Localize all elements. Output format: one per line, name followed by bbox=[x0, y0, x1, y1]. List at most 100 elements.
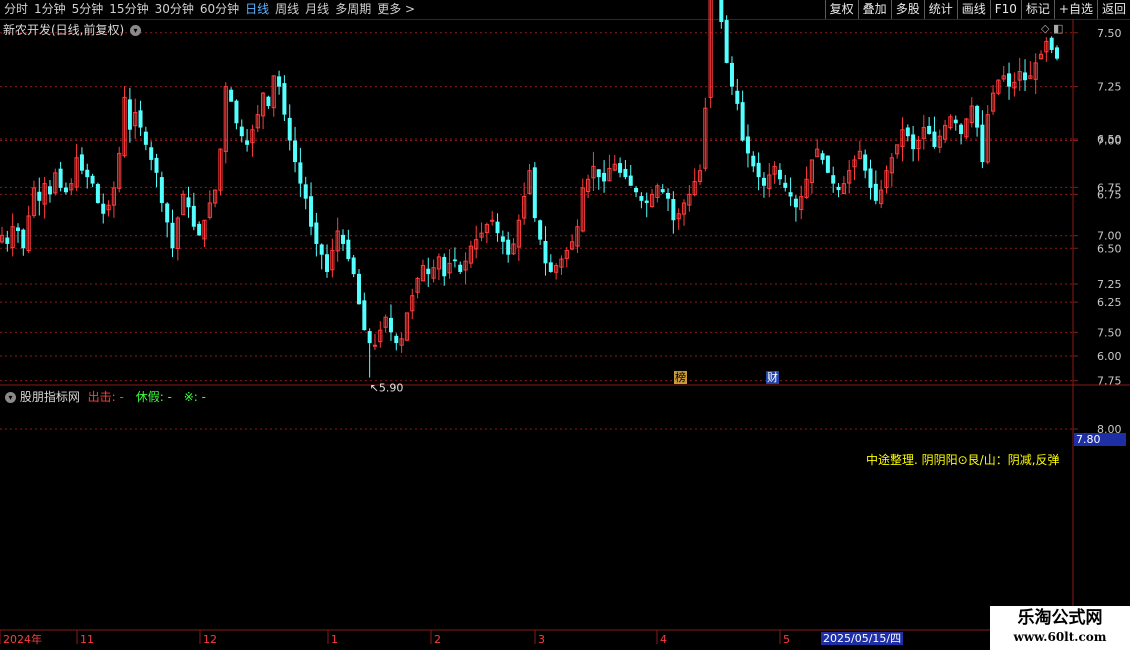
candle-body bbox=[21, 229, 26, 249]
candle-body bbox=[543, 240, 548, 264]
candle-body bbox=[149, 147, 154, 160]
candle-body bbox=[303, 184, 308, 199]
candle-body bbox=[234, 100, 239, 124]
candle-body bbox=[761, 177, 766, 186]
candle-body bbox=[719, 0, 724, 22]
time-tick-label: 12 bbox=[203, 633, 217, 646]
candle-body bbox=[927, 125, 932, 135]
candle-body bbox=[282, 83, 287, 115]
watermark-name: 乐淘公式网 bbox=[1017, 608, 1103, 628]
candle-body bbox=[372, 344, 378, 347]
candle-body bbox=[58, 168, 63, 188]
candle-body bbox=[293, 140, 298, 163]
indicator-tick-label: 7.75 bbox=[1097, 375, 1122, 388]
indicator-annotation: 中途整理. 阴阴阳⊙艮/山：阴减,反弹 bbox=[866, 453, 1060, 467]
chevron-down-icon[interactable]: ▾ bbox=[130, 25, 142, 36]
indicator-tick-label: 7.25 bbox=[1097, 278, 1122, 291]
chart-title: 新农开发(日线,前复权) ▾ bbox=[3, 21, 142, 38]
candle-body bbox=[932, 131, 937, 147]
candle-body bbox=[1007, 73, 1012, 87]
candle-body bbox=[351, 257, 356, 275]
candle-body bbox=[873, 183, 878, 201]
candle-body bbox=[959, 124, 964, 135]
candle-body bbox=[277, 76, 282, 87]
kline-chart[interactable]: 6.006.256.506.757.007.257.507.758.008.25… bbox=[0, 0, 1130, 650]
panel-toggle-icon[interactable]: ◧ bbox=[1053, 22, 1063, 35]
price-tick-label: 7.25 bbox=[1097, 81, 1122, 94]
current-price-tag: 7.80 bbox=[1074, 433, 1126, 446]
candle-body bbox=[367, 331, 372, 344]
min-price-label: ↖5.90 bbox=[370, 382, 404, 395]
candle-body bbox=[159, 177, 164, 203]
candle-body bbox=[506, 239, 511, 255]
candle-body bbox=[618, 163, 623, 173]
candle-body bbox=[362, 300, 367, 331]
candle-body bbox=[500, 236, 505, 242]
candle-body bbox=[458, 264, 463, 272]
candle-body bbox=[825, 155, 830, 173]
candle-body bbox=[170, 222, 175, 249]
price-tick-label: 6.00 bbox=[1097, 350, 1122, 363]
candle-body bbox=[191, 205, 196, 227]
panel-controls: ◇ ◧ bbox=[1041, 22, 1063, 35]
candle-body bbox=[666, 192, 671, 199]
candle-body bbox=[186, 197, 191, 208]
candle-body bbox=[975, 105, 980, 128]
indicator-tick-label: 7.50 bbox=[1097, 326, 1122, 339]
watermark-logo: 乐淘公式网 www.60lt.com bbox=[990, 606, 1130, 650]
candle-body bbox=[740, 102, 745, 141]
cursor-date-tag: 2025/05/15/四 bbox=[821, 632, 904, 645]
indicator-tick-label: 6.75 bbox=[1097, 181, 1122, 194]
candle-body bbox=[37, 191, 42, 201]
candle-body bbox=[138, 110, 143, 128]
candle-body bbox=[95, 184, 100, 203]
dragon-tiger-badge[interactable]: 榜 bbox=[674, 371, 687, 384]
candle-body bbox=[143, 131, 148, 145]
watermark-url: www.60lt.com bbox=[1013, 630, 1107, 644]
candle-body bbox=[623, 168, 628, 178]
candle-body bbox=[751, 155, 756, 167]
candle-body bbox=[346, 239, 351, 260]
chevron-down-icon[interactable]: ▾ bbox=[5, 392, 16, 403]
candle-body bbox=[325, 254, 330, 272]
candle-body bbox=[793, 198, 798, 208]
signal-out: 出击: - bbox=[87, 390, 124, 404]
candle-body bbox=[788, 192, 793, 197]
candle-body bbox=[314, 222, 319, 244]
time-tick-label: 4 bbox=[660, 633, 667, 646]
candle-body bbox=[863, 154, 868, 171]
time-tick-label: 2 bbox=[434, 633, 441, 646]
candle-body bbox=[239, 126, 244, 137]
candle-body bbox=[980, 124, 985, 163]
candle-body bbox=[868, 168, 873, 188]
price-tick-label: 7.50 bbox=[1097, 27, 1122, 40]
candle-body bbox=[783, 182, 788, 188]
candle-body bbox=[532, 167, 537, 219]
candle-body bbox=[229, 89, 234, 102]
diamond-icon[interactable]: ◇ bbox=[1041, 22, 1049, 35]
candle-body bbox=[634, 187, 639, 193]
candle-body bbox=[266, 96, 271, 107]
time-tick-label: 1 bbox=[331, 633, 338, 646]
time-tick-label: 11 bbox=[80, 633, 94, 646]
candle-body bbox=[319, 244, 324, 255]
candle-body bbox=[820, 153, 825, 160]
indicator-tick-label: 6.50 bbox=[1097, 133, 1122, 146]
candle-body bbox=[127, 99, 132, 130]
candle-body bbox=[426, 268, 431, 275]
finance-badge[interactable]: 财 bbox=[766, 371, 779, 384]
candle-body bbox=[5, 237, 10, 244]
candle-body bbox=[671, 199, 676, 221]
candle-body bbox=[394, 335, 399, 344]
candle-body bbox=[85, 169, 90, 178]
candle-body bbox=[341, 234, 346, 244]
time-tick-label: 3 bbox=[538, 633, 545, 646]
candle-body bbox=[911, 134, 916, 150]
candle-body bbox=[548, 262, 553, 272]
indicator-tick-label: 7.00 bbox=[1097, 230, 1122, 243]
candle-body bbox=[836, 186, 841, 191]
candle-body bbox=[596, 169, 601, 178]
stock-title: 新农开发(日线,前复权) bbox=[3, 23, 125, 37]
candle-body bbox=[154, 157, 159, 173]
candle-body bbox=[298, 162, 303, 184]
